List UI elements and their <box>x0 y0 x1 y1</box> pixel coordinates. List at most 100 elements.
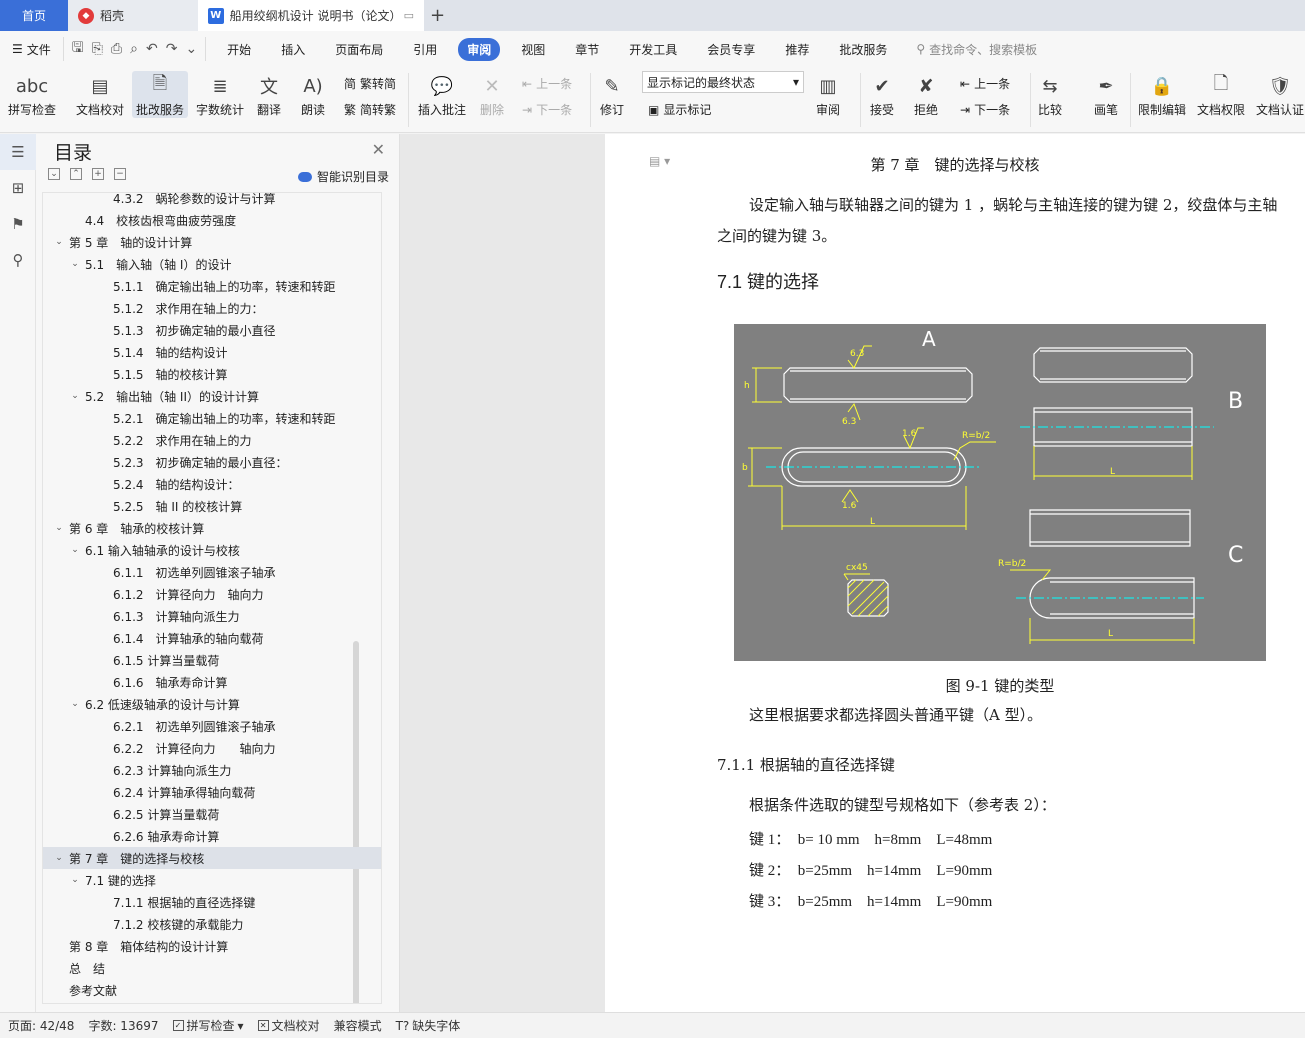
toc-item[interactable]: 5.2.4 轴的结构设计： <box>43 473 381 495</box>
toc-item[interactable]: 6.2.5 计算当量载荷 <box>43 803 381 825</box>
review-pane-button[interactable]: ▥ 审阅 <box>814 71 842 118</box>
toc-item[interactable]: 5.2.5 轴 II 的校核计算 <box>43 495 381 517</box>
chevron-down-icon[interactable]: ⌄ <box>69 259 81 269</box>
track-changes-button[interactable]: ✎ 修订 <box>598 71 626 118</box>
restrict-edit-button[interactable]: 🔒 限制编辑 <box>1138 71 1186 118</box>
document-page[interactable]: ▤ ▾ 第 7 章 键的选择与校核 设定输入轴与联轴器之间的键为 1 ，蜗轮与主… <box>605 134 1305 1012</box>
accept-button[interactable]: ✔ 接受 <box>868 71 896 118</box>
toc-item[interactable]: 6.1.5 计算当量载荷 <box>43 649 381 671</box>
tab-monitor-icon[interactable]: ▭ <box>404 9 414 22</box>
toc-item[interactable]: ⌄ 7.1 键的选择 <box>43 869 381 891</box>
next-change-button[interactable]: ⇥ 下一条 <box>960 101 1010 118</box>
spell-check-status[interactable]: ✓ 拼写检查 ▾ <box>172 1017 244 1034</box>
menu-tab[interactable]: 插入 <box>272 38 314 61</box>
menu-tab[interactable]: 会员专享 <box>698 38 764 61</box>
toc-item[interactable]: 第 8 章 箱体结构的设计计算 <box>43 935 381 957</box>
close-icon[interactable]: ✕ <box>372 140 385 159</box>
correction-service-button[interactable]: 🗎 批改服务 <box>132 71 189 118</box>
command-search[interactable]: ⚲ 查找命令、搜索模板 <box>916 41 1037 58</box>
menu-tab[interactable]: 开始 <box>218 38 260 61</box>
toc-item[interactable]: 6.1.2 计算径向力 轴向力 <box>43 583 381 605</box>
add-heading-icon[interactable]: + <box>92 168 104 180</box>
doc-permission-button[interactable]: 🗋 文档权限 <box>1197 71 1245 118</box>
toc-item[interactable]: 5.1.4 轴的结构设计 <box>43 341 381 363</box>
markup-state-select[interactable]: 显示标记的最终状态 ▾ <box>642 71 804 93</box>
toc-item[interactable]: ⌄ 6.2 低速级轴承的设计与计算 <box>43 693 381 715</box>
toc-item[interactable]: ⌄ 6.1 输入轴轴承的设计与校核 <box>43 539 381 561</box>
toc-item[interactable]: 5.1.1 确定输出轴上的功率，转速和转距 <box>43 275 381 297</box>
remove-heading-icon[interactable]: − <box>114 168 126 180</box>
toc-item[interactable]: ⌄ 5.1 输入轴（轴 I）的设计 <box>43 253 381 275</box>
word-count-button[interactable]: ≣ 字数统计 <box>196 71 244 118</box>
toc-item[interactable]: 6.1.4 计算轴承的轴向载荷 <box>43 627 381 649</box>
compat-mode[interactable]: 兼容模式 <box>334 1017 382 1034</box>
tab-home[interactable]: 首页 <box>0 0 68 31</box>
menu-tab[interactable]: 推荐 <box>776 38 818 61</box>
toc-item[interactable]: 6.1.3 计算轴向派生力 <box>43 605 381 627</box>
toc-item[interactable]: ⌄ 第 7 章 键的选择与校核 <box>43 847 381 869</box>
menu-tab[interactable]: 章节 <box>566 38 608 61</box>
toc-item[interactable]: 总 结 <box>43 957 381 979</box>
toc-item[interactable]: ⌄ 5.2 输出轴（轴 II）的设计计算 <box>43 385 381 407</box>
toc-panel-icon[interactable]: ☰ <box>0 134 36 170</box>
toc-item[interactable]: 5.2.1 确定输出轴上的功率，转速和转距 <box>43 407 381 429</box>
toc-item[interactable]: 6.2.2 计算径向力 轴向力 <box>43 737 381 759</box>
next-comment-button[interactable]: ⇥ 下一条 <box>522 101 572 118</box>
toc-item[interactable]: 5.1.2 求作用在轴上的力： <box>43 297 381 319</box>
translate-button[interactable]: 文 翻译 <box>255 71 283 118</box>
menu-tab[interactable]: 视图 <box>512 38 554 61</box>
pen-button[interactable]: ✒ 画笔 <box>1092 71 1120 118</box>
compare-button[interactable]: ⇆ 比较 <box>1036 71 1064 118</box>
chevron-down-icon[interactable]: ⌄ <box>53 237 65 247</box>
toc-item[interactable]: 6.2.6 轴承寿命计算 <box>43 825 381 847</box>
bookmark-icon[interactable]: ⚑ <box>0 206 36 242</box>
save-icon[interactable]: 🖫 <box>72 37 84 61</box>
menu-tab[interactable]: 页面布局 <box>326 38 392 61</box>
show-markup-button[interactable]: ▣ 显示标记 <box>648 101 711 118</box>
doc-cert-button[interactable]: 🛡 文档认证 <box>1256 71 1304 118</box>
toc-item[interactable]: 4.4 校核齿根弯曲疲劳强度 <box>43 209 381 231</box>
toc-item[interactable]: 6.2.1 初选单列圆锥滚子轴承 <box>43 715 381 737</box>
prev-comment-button[interactable]: ⇤ 上一条 <box>522 75 572 92</box>
menu-tab[interactable]: 引用 <box>404 38 446 61</box>
toc-item[interactable]: 5.2.2 求作用在轴上的力 <box>43 429 381 451</box>
chevron-down-icon[interactable]: ⌄ <box>69 699 81 709</box>
insert-comment-button[interactable]: 💬 插入批注 <box>418 71 466 118</box>
proof-status[interactable]: ✕ 文档校对 <box>257 1017 320 1034</box>
chevron-down-icon[interactable]: ⌄ <box>69 545 81 555</box>
redo-icon[interactable]: ↷ <box>166 41 178 57</box>
print-icon[interactable]: ⎙ <box>111 41 122 57</box>
file-menu[interactable]: ☰ 文件 <box>6 41 57 58</box>
toc-item[interactable]: 5.1.3 初步确定轴的最小直径 <box>43 319 381 341</box>
tab-document[interactable]: W 船用绞纲机设计 说明书（论文） ▭ <box>198 0 424 31</box>
toc-item[interactable]: 参考文献 <box>43 979 381 1001</box>
tab-daoke[interactable]: ◆ 稻壳 <box>68 0 198 31</box>
toc-item[interactable]: ⌄ 第 6 章 轴承的校核计算 <box>43 517 381 539</box>
toc-item[interactable]: ⌄ 第 5 章 轴的设计计算 <box>43 231 381 253</box>
toc-item[interactable]: 5.1.5 轴的校核计算 <box>43 363 381 385</box>
delete-comment-button[interactable]: ✕ 删除 <box>478 71 506 118</box>
chevron-down-icon[interactable]: ⌄ <box>69 875 81 885</box>
search-icon[interactable]: ⚲ <box>0 242 36 278</box>
trad-to-simp-button[interactable]: 简 繁转简 <box>344 75 396 92</box>
menu-tab[interactable]: 审阅 <box>458 37 501 61</box>
toc-item[interactable]: 4.3.2 蜗轮参数的设计与计算 <box>43 193 381 209</box>
new-tab-button[interactable]: + <box>424 0 451 31</box>
chevron-down-icon[interactable]: ⌄ <box>69 391 81 401</box>
toc-item[interactable]: 5.2.3 初步确定轴的最小直径： <box>43 451 381 473</box>
read-aloud-button[interactable]: A) 朗读 <box>299 71 327 118</box>
expand-all-icon[interactable]: ⌄ <box>48 168 60 180</box>
smart-toc-button[interactable]: 智能识别目录 <box>297 168 389 185</box>
toc-item[interactable]: 6.2.3 计算轴向派生力 <box>43 759 381 781</box>
undo-icon[interactable]: ↶ <box>146 41 158 57</box>
toc-item[interactable]: 6.2.4 计算轴承得轴向载荷 <box>43 781 381 803</box>
reject-button[interactable]: ✘ 拒绝 <box>912 71 940 118</box>
print-preview-icon[interactable]: ⌕ <box>130 41 138 57</box>
more-dropdown-icon[interactable]: ⌄ <box>185 41 197 57</box>
missing-font-status[interactable]: T? 缺失字体 <box>396 1017 461 1034</box>
menu-tab[interactable]: 批改服务 <box>830 38 896 61</box>
toc-item[interactable]: 7.1.1 根据轴的直径选择键 <box>43 891 381 913</box>
simp-to-trad-button[interactable]: 繁 简转繁 <box>344 101 396 118</box>
spell-check-button[interactable]: abc 拼写检查 <box>8 71 56 118</box>
prev-change-button[interactable]: ⇤ 上一条 <box>960 75 1010 92</box>
